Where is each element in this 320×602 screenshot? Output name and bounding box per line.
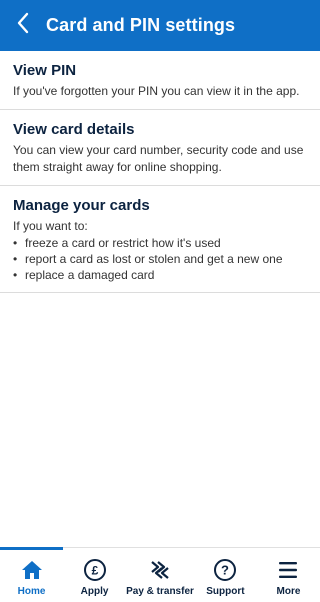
nav-pay-transfer[interactable]: Pay & transfer [126, 548, 194, 602]
item-title: Manage your cards [13, 197, 150, 214]
item-description: If you've forgotten your PIN you can vie… [13, 84, 300, 98]
bullet-text: report a card as lost or stolen and get … [25, 252, 283, 266]
view-pin-item[interactable]: View PIN If you've forgotten your PIN yo… [0, 51, 320, 110]
home-icon [19, 558, 45, 582]
item-description: You can view your card number, security … [13, 143, 304, 174]
app-header: Card and PIN settings [0, 0, 320, 51]
chevron-left-icon [16, 12, 30, 39]
bullet-list: • freeze a card or restrict how it's used… [13, 235, 307, 283]
item-description: If you want to: [13, 219, 88, 233]
svg-text:?: ? [221, 563, 229, 578]
nav-label: More [276, 586, 301, 597]
manage-cards-item[interactable]: Manage your cards If you want to: • freez… [0, 186, 320, 293]
menu-icon [275, 558, 301, 582]
bullet-icon: • [13, 236, 18, 250]
nav-label: Support [206, 586, 245, 597]
svg-text:£: £ [91, 564, 98, 578]
nav-label: Apply [80, 586, 109, 597]
bullet-icon: • [13, 268, 18, 282]
bottom-navigation: Home £ Apply Pay & transfer ? Support Mo… [0, 547, 320, 602]
nav-support[interactable]: ? Support [194, 548, 257, 602]
item-title: View card details [13, 121, 135, 138]
nav-label: Pay & transfer [126, 586, 194, 597]
list-item: • report a card as lost or stolen and get… [13, 251, 307, 267]
item-title: View PIN [13, 62, 77, 79]
nav-apply[interactable]: £ Apply [63, 548, 126, 602]
nav-home[interactable]: Home [0, 547, 64, 602]
bullet-icon: • [13, 252, 18, 266]
question-icon: ? [212, 558, 238, 582]
back-button[interactable] [0, 0, 46, 51]
bullet-text: freeze a card or restrict how it's used [25, 236, 221, 250]
page-title: Card and PIN settings [46, 15, 236, 35]
list-item: • freeze a card or restrict how it's used [13, 235, 307, 251]
bullet-text: replace a damaged card [25, 268, 155, 282]
list-item: • replace a damaged card [13, 267, 307, 283]
nav-label: Home [17, 586, 46, 597]
settings-list: View PIN If you've forgotten your PIN yo… [0, 51, 320, 293]
pound-icon: £ [82, 558, 108, 582]
view-card-details-item[interactable]: View card details You can view your card… [0, 110, 320, 186]
nav-more[interactable]: More [257, 548, 320, 602]
transfer-icon [147, 558, 173, 582]
